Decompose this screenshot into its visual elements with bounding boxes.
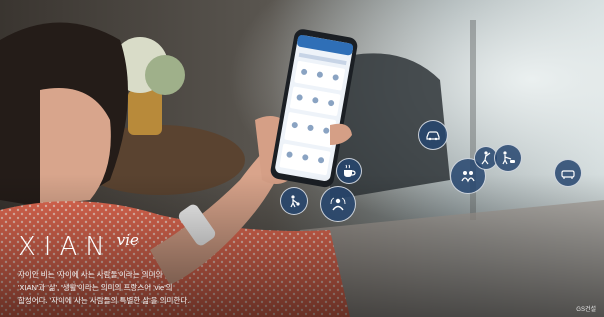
xian-vie-logo: XIAN vie: [18, 231, 218, 262]
dog-walk-icon: [494, 144, 522, 172]
sofa-icon: [554, 159, 582, 187]
cafe-icon: [336, 158, 362, 184]
description-line: 'XIAN'과 '삶', '생활'이라는 의미의 프랑스어 'vie'의: [18, 283, 173, 292]
photo-frame: XIAN vie 자이안 비는 '자이에 사는 사람들'이라는 의미의 'XIA…: [0, 0, 604, 317]
meeting-icon: [320, 186, 356, 222]
source-watermark: GS건설: [576, 307, 596, 313]
brand-description: 자이안 비는 '자이에 사는 사람들'이라는 의미의 'XIAN'과 '삶', …: [18, 268, 218, 307]
brand-caption: XIAN vie 자이안 비는 '자이에 사는 사람들'이라는 의미의 'XIA…: [18, 231, 218, 307]
car-icon: [418, 120, 448, 150]
description-line: 자이안 비는 '자이에 사는 사람들'이라는 의미의: [18, 270, 163, 279]
logo-sub-text: vie: [116, 231, 139, 249]
pet-icon: [280, 187, 308, 215]
description-line: 합성어다. '자이에 사는 사람들의 특별한 삶'을 의미한다.: [18, 296, 190, 305]
logo-main-text: XIAN: [18, 232, 113, 262]
